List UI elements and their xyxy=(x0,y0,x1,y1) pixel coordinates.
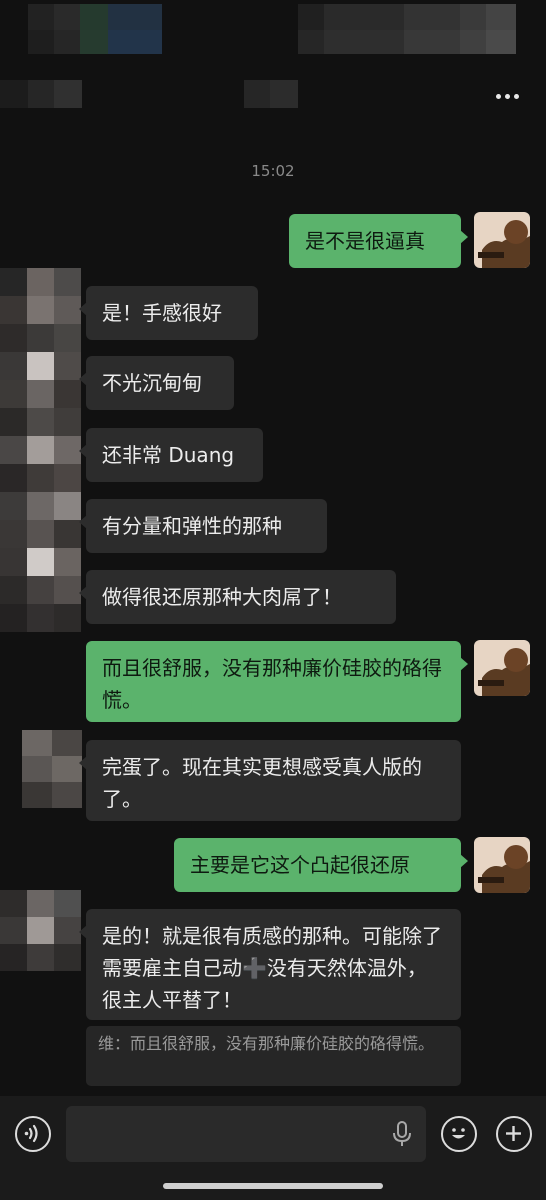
emoji-icon[interactable] xyxy=(441,1116,477,1152)
outgoing-message[interactable]: 主要是它这个凸起很还原 xyxy=(174,838,468,892)
incoming-message[interactable]: 还非常 Duang xyxy=(79,428,263,482)
plus-icon[interactable] xyxy=(496,1116,532,1152)
quoted-message[interactable]: 维：而且很舒服，没有那种廉价硅胶的硌得慌。 xyxy=(86,1026,461,1086)
home-indicator[interactable] xyxy=(163,1183,383,1189)
chat-header xyxy=(0,68,546,126)
contact-avatar xyxy=(22,730,82,808)
incoming-message[interactable]: 有分量和弹性的那种 xyxy=(79,499,327,553)
my-avatar[interactable] xyxy=(474,837,530,893)
message-timestamp: 15:02 xyxy=(251,162,295,180)
incoming-message[interactable]: 做得很还原那种大肉屌了！ xyxy=(79,570,396,624)
incoming-message[interactable]: 是的！就是很有质感的那种。可能除了需要雇主自己动➕没有天然体温外，很主人平替了！ xyxy=(79,909,461,1020)
message-input[interactable] xyxy=(66,1106,426,1162)
my-avatar[interactable] xyxy=(474,640,530,696)
outgoing-message[interactable]: 是不是很逼真 xyxy=(289,214,468,268)
outgoing-message[interactable]: 而且很舒服，没有那种廉价硅胶的硌得慌。 xyxy=(86,641,468,722)
contact-avatar xyxy=(0,890,82,972)
status-bar xyxy=(0,0,546,62)
incoming-message[interactable]: 是！手感很好 xyxy=(79,286,258,340)
incoming-message[interactable]: 完蛋了。现在其实更想感受真人版的了。 xyxy=(79,740,461,821)
incoming-message[interactable]: 不光沉甸甸 xyxy=(79,356,234,410)
my-avatar[interactable] xyxy=(474,212,530,268)
microphone-icon[interactable] xyxy=(390,1120,414,1148)
voice-toggle-icon[interactable] xyxy=(15,1116,51,1152)
contact-avatar xyxy=(0,268,82,648)
more-dots-icon[interactable] xyxy=(492,86,522,106)
